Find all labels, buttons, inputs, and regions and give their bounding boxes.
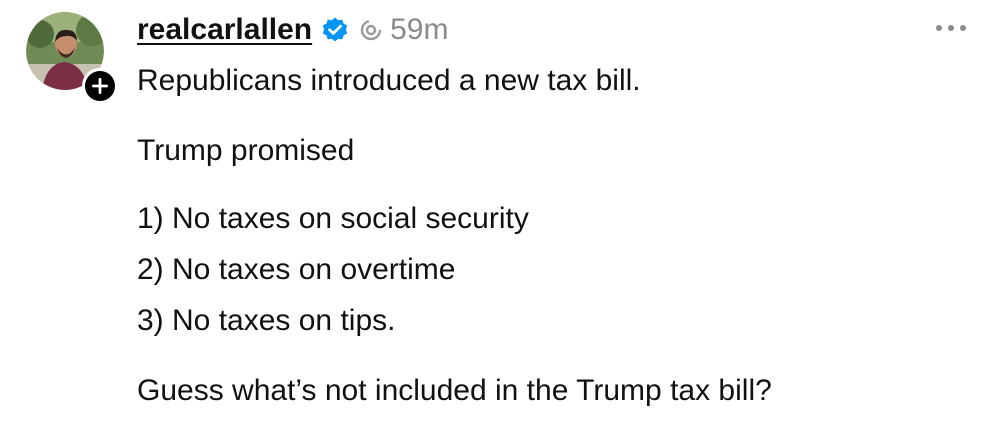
avatar-container [26,12,118,104]
timestamp: 59m [390,13,449,46]
follow-button[interactable] [82,68,118,104]
post-body: Republicans introduced a new tax bill. T… [137,58,977,414]
post-text-line: 2) No taxes on overtime [137,253,456,286]
post-header: realcarlallen 59m [137,10,448,50]
post: realcarlallen 59m Republicans introduced… [0,0,1000,431]
threads-activity-icon [360,19,382,41]
post-text-line: 3) No taxes on tips. [137,304,396,337]
more-options-icon[interactable] [934,18,968,38]
plus-icon [92,78,108,94]
verified-badge-icon [322,17,348,42]
username-link[interactable]: realcarlallen [137,13,312,47]
post-text-line: 1) No taxes on social security [137,202,529,235]
post-text-line: Republicans introduced a new tax bill. [137,64,641,97]
post-text-line: Guess what’s not included in the Trump t… [137,374,772,407]
post-text-line: Trump promised [137,134,355,167]
